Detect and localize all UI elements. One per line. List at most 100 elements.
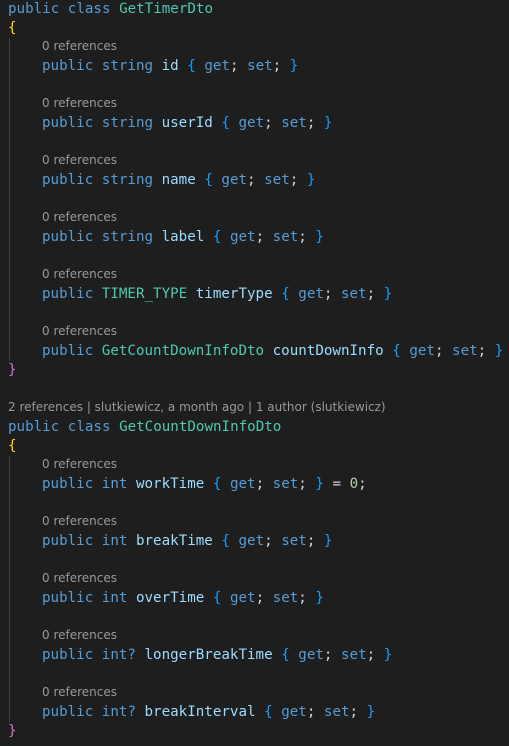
- public-keyword: public: [42, 647, 94, 663]
- get-accessor: get: [238, 533, 265, 549]
- semicolon: ;: [298, 476, 307, 492]
- property-name[interactable]: countDownInfo: [273, 343, 384, 359]
- property-type: TIMER_TYPE: [101, 286, 188, 302]
- property-name[interactable]: timerType: [196, 286, 273, 302]
- accessor-close-brace: }: [306, 172, 316, 188]
- accessor-close-brace: }: [494, 343, 504, 359]
- property-declaration[interactable]: public string name { get; set; }: [42, 171, 315, 190]
- property-type: int: [101, 533, 128, 549]
- property-type: string: [101, 115, 154, 131]
- open-brace: {: [8, 438, 17, 454]
- semicolon: ;: [264, 533, 273, 549]
- property-declaration[interactable]: public int workTime { get; set; } = 0;: [42, 475, 367, 494]
- semicolon: ;: [255, 229, 265, 245]
- accessor-open-brace: {: [281, 286, 290, 302]
- property-type: int: [101, 590, 128, 606]
- set-accessor: set: [323, 704, 350, 720]
- codelens-references[interactable]: 0 references: [42, 265, 117, 284]
- get-accessor: get: [281, 704, 307, 720]
- accessor-open-brace: {: [212, 476, 222, 492]
- codelens-references[interactable]: 0 references: [42, 322, 117, 341]
- property-declaration[interactable]: public GetCountDownInfoDto countDownInfo…: [42, 342, 503, 361]
- property-declaration[interactable]: public string label { get; set; }: [42, 228, 324, 247]
- codelens-references[interactable]: 0 references: [42, 151, 117, 170]
- accessor-open-brace: {: [204, 172, 213, 188]
- get-accessor: get: [229, 590, 256, 606]
- accessor-open-brace: {: [212, 590, 222, 606]
- get-accessor: get: [229, 229, 256, 245]
- set-accessor: set: [272, 476, 299, 492]
- property-type: int?: [101, 647, 136, 663]
- indent-guide: [9, 456, 10, 722]
- codelens-references[interactable]: 0 references: [42, 94, 117, 113]
- set-accessor: set: [452, 343, 478, 359]
- class-declaration[interactable]: public class GetTimerDto: [8, 0, 213, 19]
- accessor-open-brace: {: [264, 704, 273, 720]
- accessor-close-brace: }: [289, 58, 299, 74]
- semicolon: ;: [358, 476, 367, 492]
- class-declaration[interactable]: public class GetCountDownInfoDto: [8, 418, 281, 437]
- semicolon: ;: [264, 115, 273, 131]
- set-accessor: set: [272, 229, 299, 245]
- codelens-references[interactable]: 0 references: [42, 626, 117, 645]
- property-declaration[interactable]: public int overTime { get; set; }: [42, 589, 324, 608]
- property-name[interactable]: breakInterval: [145, 704, 256, 720]
- class-name[interactable]: GetTimerDto: [119, 1, 213, 17]
- codelens-references[interactable]: 0 references: [42, 37, 117, 56]
- semicolon: ;: [255, 476, 265, 492]
- public-keyword: public: [8, 1, 60, 17]
- codelens-references[interactable]: 0 references: [42, 683, 117, 702]
- semicolon: ;: [323, 647, 333, 663]
- property-type: GetCountDownInfoDto: [101, 343, 265, 359]
- accessor-close-brace: }: [383, 286, 393, 302]
- property-name[interactable]: workTime: [136, 476, 204, 492]
- codelens-references[interactable]: 0 references: [42, 512, 117, 531]
- property-name[interactable]: label: [162, 229, 205, 245]
- get-accessor: get: [221, 172, 248, 188]
- property-declaration[interactable]: public int? longerBreakTime { get; set; …: [42, 646, 392, 665]
- property-type: string: [101, 58, 154, 74]
- semicolon: ;: [323, 286, 333, 302]
- property-name[interactable]: overTime: [136, 590, 204, 606]
- codelens-references[interactable]: 0 references: [42, 569, 117, 588]
- accessor-open-brace: {: [212, 229, 222, 245]
- code-editor[interactable]: public class GetTimerDto { 0 references …: [0, 0, 509, 746]
- public-keyword: public: [42, 286, 94, 302]
- property-declaration[interactable]: public TIMER_TYPE timerType { get; set; …: [42, 285, 392, 304]
- get-accessor: get: [409, 343, 435, 359]
- semicolon: ;: [229, 58, 239, 74]
- property-declaration[interactable]: public string userId { get; set; }: [42, 114, 332, 133]
- semicolon: ;: [366, 286, 376, 302]
- property-name[interactable]: userId: [162, 115, 213, 131]
- accessor-close-brace: }: [315, 229, 324, 245]
- property-declaration[interactable]: public string id { get; set; }: [42, 57, 298, 76]
- set-accessor: set: [264, 172, 290, 188]
- class-name[interactable]: GetCountDownInfoDto: [119, 419, 281, 435]
- property-name[interactable]: longerBreakTime: [145, 647, 273, 663]
- property-type: string: [101, 229, 154, 245]
- codelens-references[interactable]: 0 references: [42, 208, 117, 227]
- accessor-close-brace: }: [315, 590, 324, 606]
- property-declaration[interactable]: public int breakTime { get; set; }: [42, 532, 332, 551]
- accessor-open-brace: {: [281, 647, 290, 663]
- public-keyword: public: [8, 419, 60, 435]
- property-declaration[interactable]: public int? breakInterval { get; set; }: [42, 703, 375, 722]
- semicolon: ;: [349, 704, 359, 720]
- public-keyword: public: [42, 590, 94, 606]
- property-name[interactable]: name: [162, 172, 196, 188]
- semicolon: ;: [289, 172, 299, 188]
- set-accessor: set: [341, 647, 367, 663]
- codelens-class-info[interactable]: 2 references | slutkiewicz, a month ago …: [8, 398, 386, 417]
- semicolon: ;: [306, 115, 316, 131]
- close-brace: }: [8, 362, 17, 378]
- public-keyword: public: [42, 343, 94, 359]
- semicolon: ;: [255, 590, 265, 606]
- public-keyword: public: [42, 172, 94, 188]
- property-name[interactable]: id: [162, 58, 179, 74]
- get-accessor: get: [298, 647, 324, 663]
- accessor-open-brace: {: [221, 533, 230, 549]
- codelens-references[interactable]: 0 references: [42, 455, 117, 474]
- get-accessor: get: [298, 286, 324, 302]
- property-name[interactable]: breakTime: [136, 533, 213, 549]
- accessor-open-brace: {: [221, 115, 230, 131]
